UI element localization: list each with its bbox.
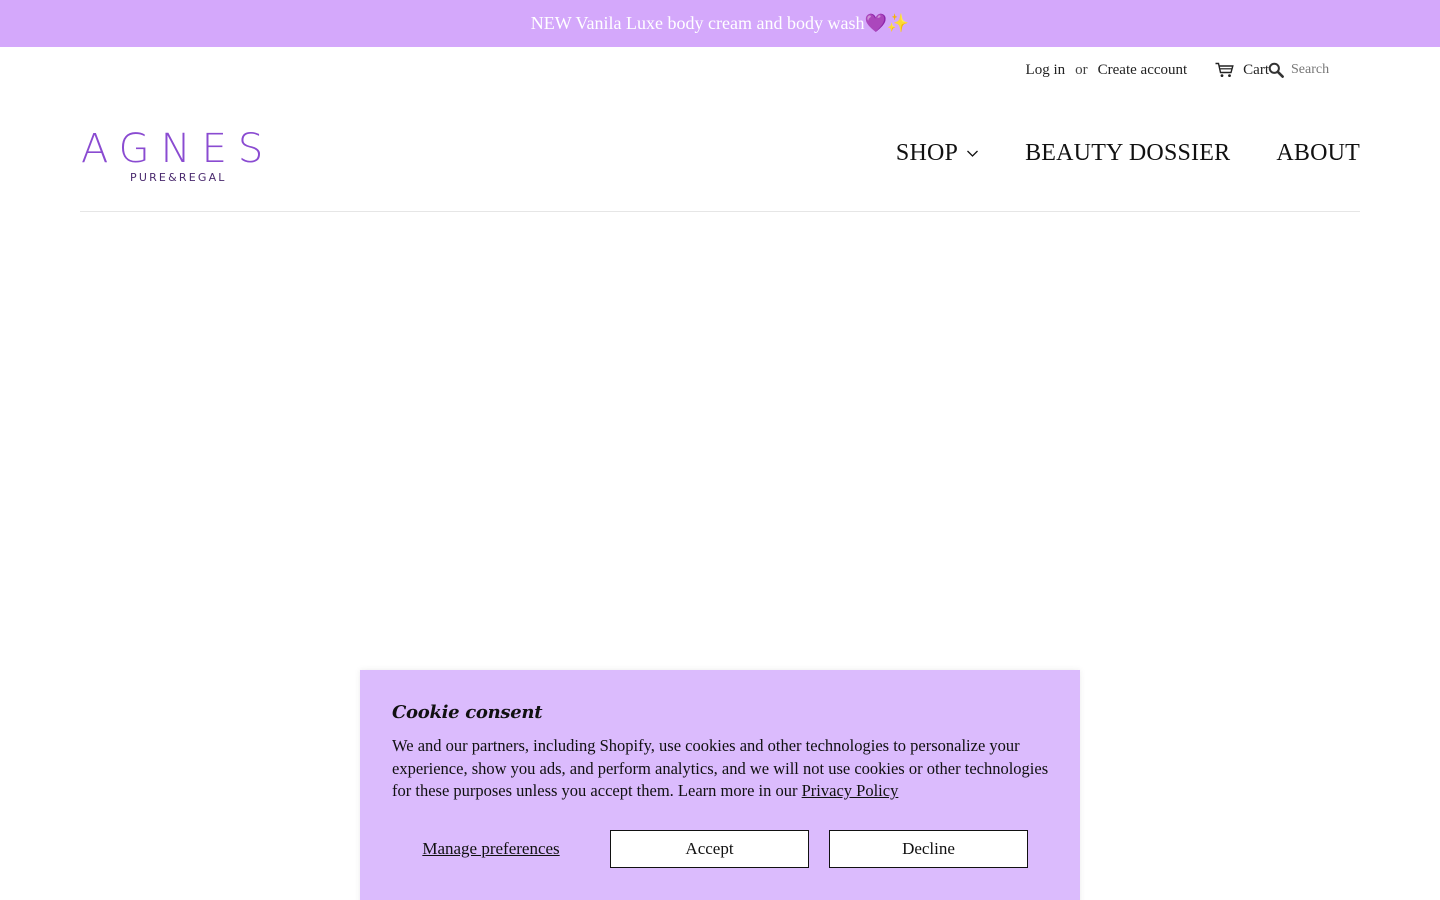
search-input[interactable]	[1291, 62, 1411, 78]
search-bar	[1238, 58, 1440, 82]
brand-tagline: PURE&REGAL	[130, 171, 227, 184]
create-account-link[interactable]: Create account	[1098, 62, 1188, 79]
cookie-body-text: We and our partners, including Shopify, …	[392, 736, 1049, 800]
announcement-text[interactable]: NEW Vanila Luxe body cream and body wash…	[531, 13, 910, 34]
cookie-body: We and our partners, including Shopify, …	[392, 735, 1052, 803]
announcement-bar[interactable]: NEW Vanila Luxe body cream and body wash…	[0, 0, 1440, 47]
brand-logo[interactable]: AGNES PURE&REGAL	[81, 128, 281, 186]
search-icon[interactable]	[1268, 62, 1284, 78]
login-link[interactable]: Log in	[1026, 62, 1066, 79]
nav-item-beauty-dossier[interactable]: BEAUTY DOSSIER	[1025, 140, 1230, 167]
utility-bar: Log in or Create account Cart	[1026, 58, 1269, 82]
accept-button[interactable]: Accept	[610, 830, 809, 868]
manage-preferences-link[interactable]: Manage preferences	[392, 839, 590, 859]
brand-name: AGNES	[81, 126, 275, 172]
search-form[interactable]	[1268, 62, 1440, 78]
cookie-title: Cookie consent	[392, 702, 543, 723]
cookie-consent-banner: Cookie consent We and our partners, incl…	[360, 670, 1080, 900]
header-divider	[80, 211, 1360, 212]
privacy-policy-link[interactable]: Privacy Policy	[802, 781, 899, 800]
nav-item-about[interactable]: ABOUT	[1276, 140, 1360, 167]
cookie-actions: Manage preferences Accept Decline	[392, 830, 1028, 868]
nav-item-shop[interactable]: SHOP	[896, 140, 979, 167]
or-text: or	[1075, 61, 1088, 78]
chevron-down-icon	[967, 150, 979, 157]
cart-icon	[1215, 62, 1234, 77]
nav-item-shop-label: SHOP	[895, 140, 959, 166]
decline-button[interactable]: Decline	[829, 830, 1028, 868]
main-nav: SHOP BEAUTY DOSSIER ABOUT	[896, 140, 1360, 167]
